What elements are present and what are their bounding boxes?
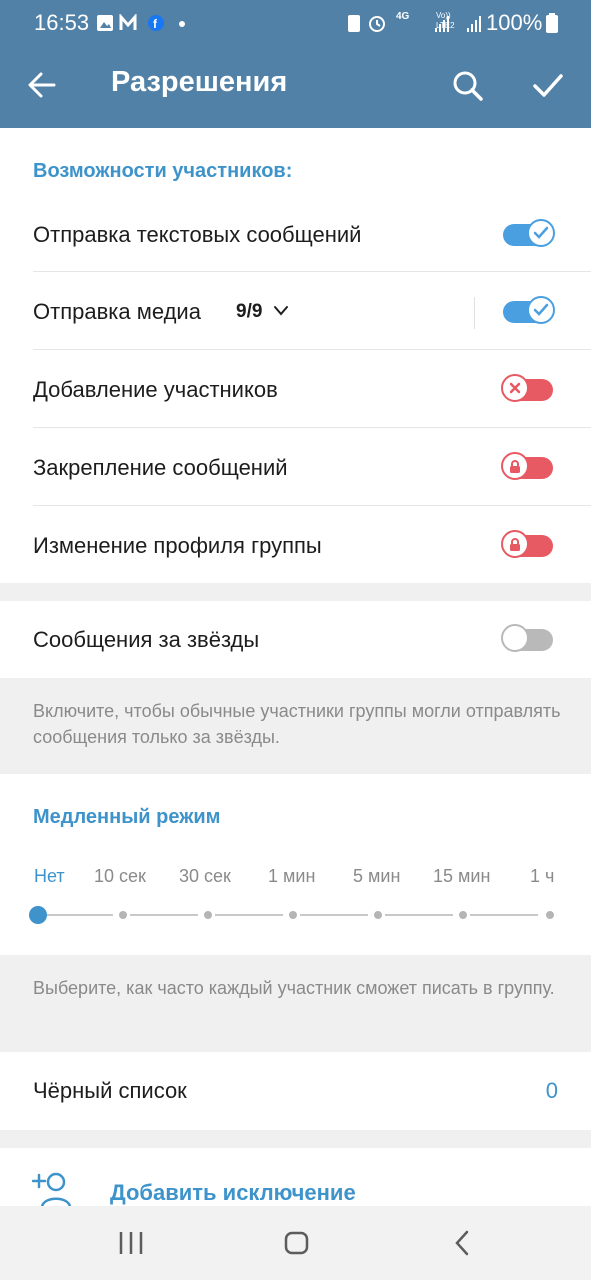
lock-icon [510, 537, 520, 551]
status-network: 4G [396, 11, 410, 22]
divider [33, 271, 591, 272]
slow-mode-option[interactable]: 15 мин [433, 866, 490, 887]
row-label: Отправка медиа [33, 299, 201, 324]
permission-row-send-text[interactable]: Отправка текстовых сообщений [0, 196, 591, 274]
divider [33, 427, 591, 428]
slow-mode-option[interactable]: 30 сек [179, 866, 231, 887]
blacklist-card: Чёрный список 0 [0, 1052, 591, 1130]
slow-mode-option[interactable]: 5 мин [353, 866, 400, 887]
section-header-members: Возможности участников: [33, 160, 293, 182]
add-exception-row[interactable]: Добавить исключение [0, 1148, 591, 1208]
permission-row-change-info[interactable]: Изменение профиля группы [0, 507, 591, 585]
status-volte: Vo)) LTE2 [436, 11, 455, 30]
battery-icon [546, 13, 558, 33]
slow-mode-info: Выберите, как часто каждый участник смож… [0, 955, 591, 1052]
permission-row-pin-messages[interactable]: Закрепление сообщений [0, 429, 591, 507]
toggle-knob [501, 452, 529, 480]
toggle-knob [501, 624, 529, 652]
row-label: Чёрный список [33, 1078, 187, 1103]
blacklist-row[interactable]: Чёрный список 0 [0, 1052, 591, 1130]
toggle-change-info[interactable] [501, 530, 553, 558]
toggle-send-media[interactable] [503, 296, 555, 324]
add-exception-card: Добавить исключение [0, 1148, 591, 1208]
checkmark-icon [533, 226, 549, 239]
status-time: 16:53 [34, 10, 90, 35]
divider [33, 505, 591, 506]
slow-mode-slider[interactable] [25, 902, 570, 928]
toggle-add-members[interactable] [501, 374, 553, 402]
checkmark-icon [533, 303, 549, 316]
slow-mode-option[interactable]: 1 мин [268, 866, 315, 887]
toggle-knob [501, 374, 529, 402]
divider [33, 349, 591, 350]
toggle-stars[interactable] [501, 624, 553, 652]
stars-row[interactable]: Сообщения за звёзды [0, 601, 591, 679]
row-label: Закрепление сообщений [33, 455, 288, 480]
recent-apps-icon[interactable] [117, 1230, 145, 1256]
slow-mode-option[interactable]: 1 ч [530, 866, 554, 887]
permission-row-send-media[interactable]: Отправка медиа 9/9 [0, 273, 591, 351]
stars-info-text: Включите, чтобы обычные участники группы… [33, 701, 561, 747]
back-arrow-icon[interactable] [27, 70, 57, 100]
chevron-down-icon[interactable] [273, 305, 289, 317]
home-icon[interactable] [283, 1230, 311, 1256]
blacklist-count: 0 [545, 1078, 558, 1103]
search-icon[interactable] [452, 70, 484, 102]
system-nav-bar [0, 1206, 591, 1280]
row-separator [474, 297, 475, 329]
status-battery: 100% [486, 10, 543, 35]
permission-row-add-members[interactable]: Добавление участников [0, 351, 591, 429]
back-nav-icon[interactable] [452, 1230, 472, 1256]
close-icon [509, 382, 521, 394]
stars-info: Включите, чтобы обычные участники группы… [0, 678, 591, 774]
stars-card: Сообщения за звёзды [0, 601, 591, 678]
slow-mode-info-text: Выберите, как часто каждый участник смож… [33, 978, 555, 998]
status-notification-icons: f [97, 14, 185, 31]
slow-mode-option[interactable]: 10 сек [94, 866, 146, 887]
slow-mode-option[interactable]: Нет [34, 866, 65, 887]
toggle-knob [527, 219, 555, 247]
row-label: Добавление участников [33, 377, 278, 402]
toggle-knob [501, 530, 529, 558]
page-title: Разрешения [111, 66, 288, 98]
row-label: Сообщения за звёзды [33, 627, 260, 652]
member-permissions-card: Возможности участников: Отправка текстов… [0, 128, 591, 583]
add-exception-label: Добавить исключение [110, 1180, 356, 1205]
lock-icon [510, 459, 520, 473]
row-label: Отправка текстовых сообщений [33, 222, 362, 247]
app-header: 16:53 f 4G Vo)) LTE2 100% Разрешения [0, 0, 591, 128]
checkmark-icon[interactable] [532, 72, 564, 100]
slider-thumb[interactable] [29, 906, 47, 924]
toggle-send-text[interactable] [503, 219, 555, 247]
section-header-slow-mode: Медленный режим [33, 806, 221, 828]
add-user-icon [32, 1172, 72, 1208]
toggle-pin-messages[interactable] [501, 452, 553, 480]
toggle-knob [527, 296, 555, 324]
row-label: Изменение профиля группы [33, 533, 322, 558]
media-count[interactable]: 9/9 [236, 273, 262, 351]
